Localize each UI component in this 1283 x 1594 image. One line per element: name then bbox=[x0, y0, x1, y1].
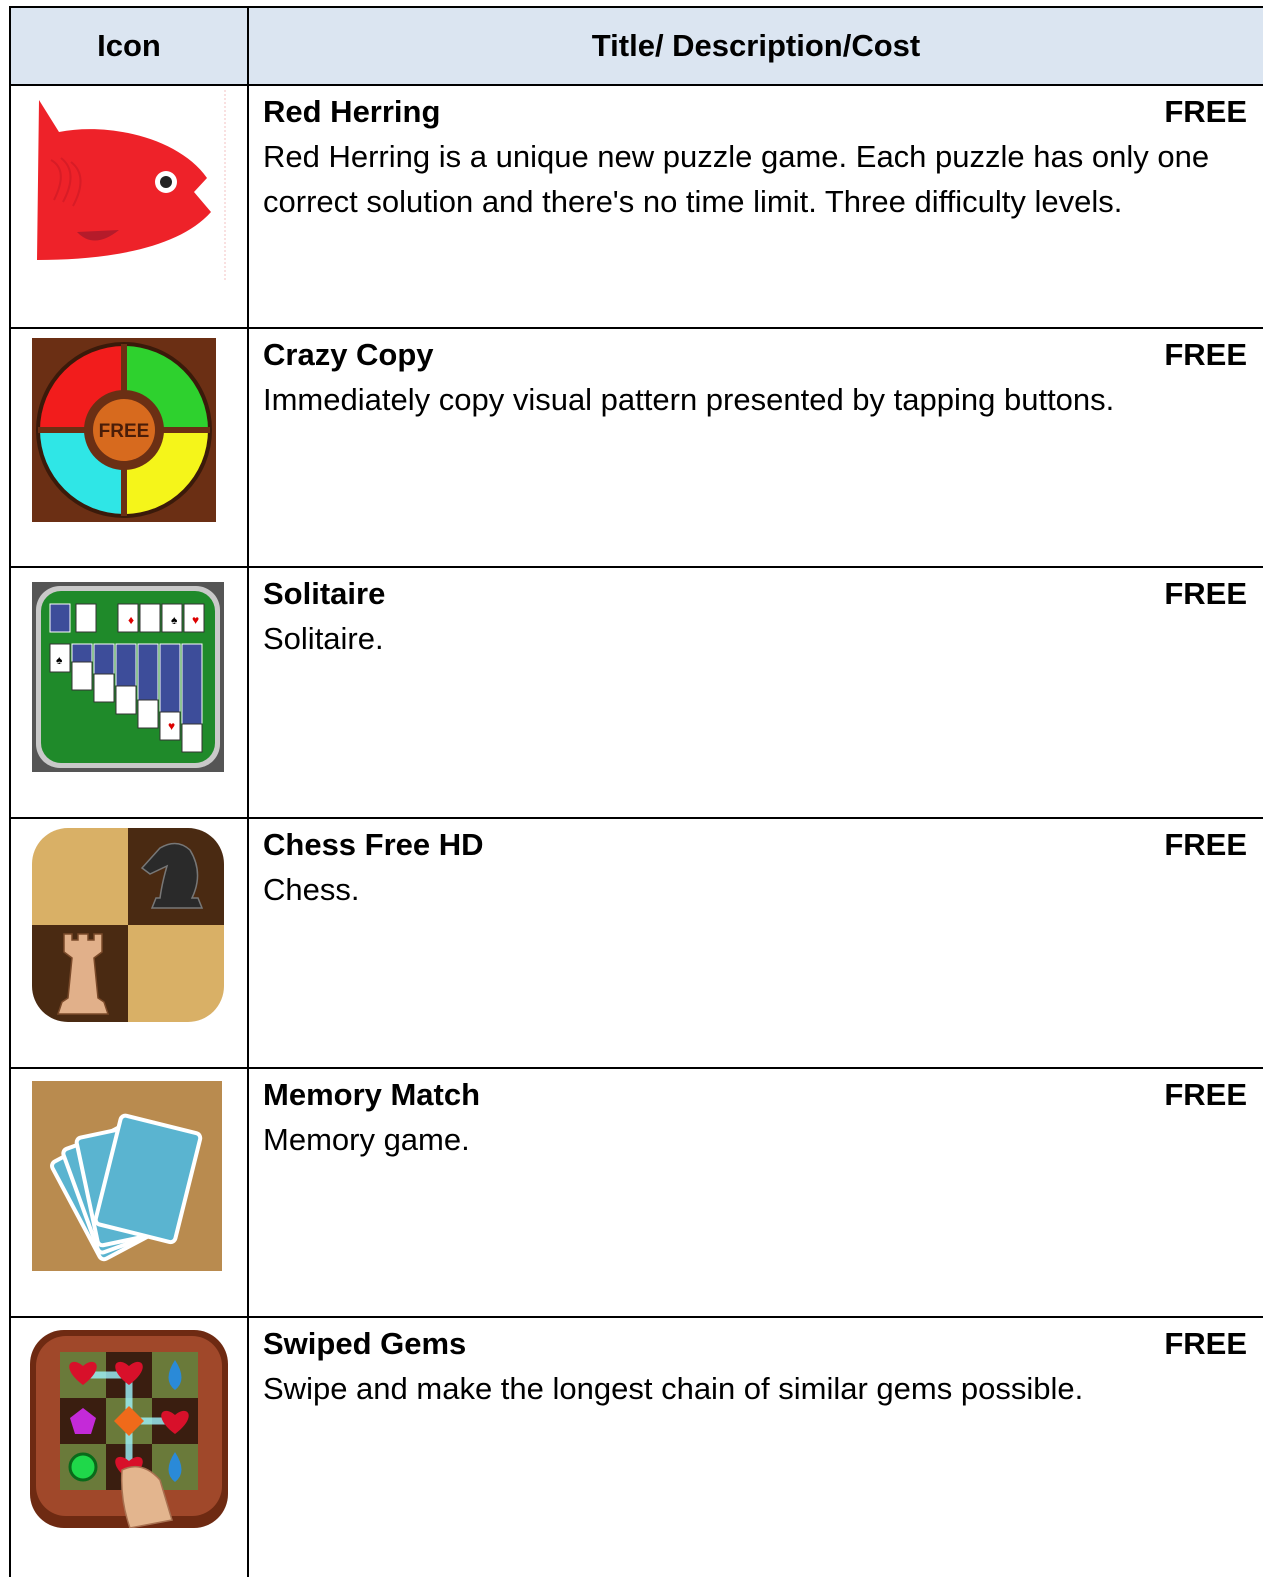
solitaire-cards-icon[interactable]: ♦ ♠ ♥ ♠ ♥ bbox=[32, 582, 224, 772]
icon-free-label: FREE bbox=[99, 421, 150, 442]
details-cell: Memory Match FREE Memory game. bbox=[247, 1067, 1263, 1318]
app-description: Red Herring is a unique new puzzle game.… bbox=[263, 139, 1210, 219]
details-cell: Solitaire FREE Solitaire. bbox=[247, 566, 1263, 819]
app-description: Chess. bbox=[263, 872, 360, 907]
app-description: Swipe and make the longest chain of simi… bbox=[263, 1371, 1084, 1406]
svg-text:♥: ♥ bbox=[192, 613, 199, 627]
icon-cell bbox=[9, 817, 249, 1069]
app-cost: FREE bbox=[1164, 576, 1247, 611]
details-cell: Red Herring FREE Red Herring is a unique… bbox=[247, 84, 1263, 329]
svg-text:♦: ♦ bbox=[128, 613, 134, 627]
app-title: Solitaire bbox=[263, 576, 386, 611]
app-cost: FREE bbox=[1164, 1077, 1247, 1112]
app-title: Memory Match bbox=[263, 1077, 481, 1112]
table-row: Memory Match FREE Memory game. bbox=[9, 1067, 1263, 1318]
app-description: Immediately copy visual pattern presente… bbox=[263, 382, 1115, 417]
red-fish-icon[interactable] bbox=[29, 90, 229, 285]
table-row: Red Herring FREE Red Herring is a unique… bbox=[9, 84, 1263, 329]
details-cell: Chess Free HD FREE Chess. bbox=[247, 817, 1263, 1069]
table-row: ♦ ♠ ♥ ♠ ♥ Solitaire FREE Solitaire. bbox=[9, 566, 1263, 819]
svg-text:♠: ♠ bbox=[56, 653, 63, 667]
details-cell: Swiped Gems FREE Swipe and make the long… bbox=[247, 1316, 1263, 1577]
app-cost: FREE bbox=[1164, 337, 1247, 372]
table-row: FREE Crazy Copy FREE Immediately copy vi… bbox=[9, 327, 1263, 568]
app-description: Solitaire. bbox=[263, 621, 384, 656]
app-title: Swiped Gems bbox=[263, 1326, 467, 1361]
app-title: Crazy Copy bbox=[263, 337, 434, 372]
memory-cards-icon[interactable] bbox=[32, 1081, 222, 1271]
svg-text:♠: ♠ bbox=[171, 613, 178, 627]
app-title: Chess Free HD bbox=[263, 827, 484, 862]
details-column-header: Title/ Description/Cost bbox=[247, 6, 1263, 86]
page: Icon Title/ Description/Cost Red Herring… bbox=[0, 0, 1283, 1594]
app-cost: FREE bbox=[1164, 1326, 1247, 1361]
app-cost: FREE bbox=[1164, 827, 1247, 862]
icon-cell bbox=[9, 84, 249, 329]
apps-table: Icon Title/ Description/Cost Red Herring… bbox=[9, 6, 1263, 1577]
app-cost: FREE bbox=[1164, 94, 1247, 129]
header-row: Icon Title/ Description/Cost bbox=[9, 6, 1263, 86]
chess-board-icon[interactable] bbox=[32, 828, 224, 1022]
app-description: Memory game. bbox=[263, 1122, 470, 1157]
icon-cell: FREE bbox=[9, 327, 249, 568]
icon-cell bbox=[9, 1316, 249, 1577]
svg-text:♥: ♥ bbox=[168, 719, 175, 733]
details-cell: Crazy Copy FREE Immediately copy visual … bbox=[247, 327, 1263, 568]
app-title: Red Herring bbox=[263, 94, 441, 129]
icon-column-header: Icon bbox=[9, 6, 249, 86]
table-row: Swiped Gems FREE Swipe and make the long… bbox=[9, 1316, 1263, 1577]
icon-cell bbox=[9, 1067, 249, 1318]
gems-grid-icon[interactable] bbox=[30, 1330, 228, 1528]
table-row: Chess Free HD FREE Chess. bbox=[9, 817, 1263, 1069]
color-wheel-icon[interactable]: FREE bbox=[32, 338, 216, 522]
icon-cell: ♦ ♠ ♥ ♠ ♥ bbox=[9, 566, 249, 819]
